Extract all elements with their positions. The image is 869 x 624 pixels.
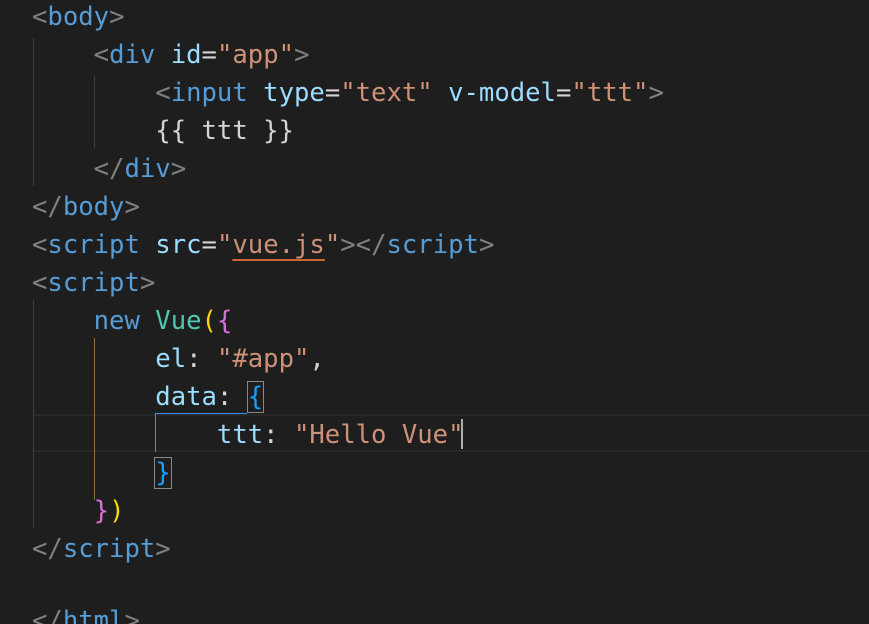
tag-name: script — [62, 534, 156, 564]
code-line-10[interactable]: el: "#app", — [32, 340, 325, 378]
tag-bracket: </ — [93, 154, 125, 184]
tag-name: html — [62, 606, 125, 624]
matched-brace: { — [246, 381, 265, 413]
tag-name: div — [124, 154, 171, 184]
string-value: "#app" — [216, 344, 310, 374]
tag-bracket: > — [124, 192, 140, 222]
code-line-14[interactable]: }) — [32, 492, 125, 530]
tag-bracket: > — [294, 40, 310, 70]
colon: : — [263, 420, 279, 450]
attribute-name: src — [155, 230, 202, 260]
quote: " — [216, 230, 233, 260]
tag-bracket: < — [32, 230, 48, 260]
tag-bracket: > — [124, 606, 140, 624]
attribute-value: "ttt" — [571, 78, 649, 108]
string-value: "Hello Vue" — [293, 420, 464, 450]
code-line-7[interactable]: <script src="vue.js"></script> — [32, 226, 494, 264]
attribute-name: v-model — [448, 78, 556, 108]
code-line-4[interactable]: {{ ttt }} — [32, 112, 294, 150]
attribute-value: "app" — [216, 40, 295, 70]
paren: ( — [201, 306, 217, 336]
code-line-1[interactable]: <body> — [32, 0, 124, 36]
equals-sign: = — [324, 78, 341, 108]
code-line-8[interactable]: <script> — [32, 264, 155, 302]
code-line-5[interactable]: </div> — [32, 150, 186, 188]
attribute-value: "text" — [340, 78, 433, 108]
class-name: Vue — [155, 306, 202, 336]
property-key: el — [155, 344, 187, 374]
code-line-11[interactable]: data: { — [32, 378, 265, 416]
tag-bracket: < — [155, 78, 171, 108]
tag-name: script — [47, 230, 140, 260]
tag-bracket: > — [109, 2, 125, 32]
paren: ) — [109, 496, 125, 526]
code-editor[interactable]: <body> <div id="app"> <input type="text"… — [0, 0, 869, 624]
attribute-name: id — [170, 40, 202, 70]
code-line-13[interactable]: } — [32, 454, 172, 492]
tag-bracket: > — [170, 154, 187, 184]
tag-bracket: > — [139, 268, 156, 298]
matched-brace: } — [154, 457, 172, 489]
tag-bracket: > — [155, 534, 171, 564]
code-line-17[interactable]: </html> — [32, 602, 140, 624]
tag-bracket: < — [93, 40, 110, 70]
text-cursor — [461, 419, 463, 449]
brace: } — [93, 496, 110, 526]
keyword: new — [93, 306, 140, 336]
tag-bracket: ></ — [340, 230, 387, 260]
tag-name: body — [62, 192, 125, 222]
tag-bracket: < — [32, 268, 48, 298]
equals-sign: = — [201, 40, 217, 70]
property-key: data — [155, 382, 217, 412]
tag-name: input — [170, 78, 248, 108]
tag-bracket: </ — [32, 192, 63, 222]
tag-bracket: > — [478, 230, 495, 260]
tag-bracket: < — [32, 2, 48, 32]
tag-name: script — [47, 268, 140, 298]
colon: : — [186, 344, 202, 374]
tag-name: script — [386, 230, 479, 260]
file-link-warning[interactable]: vue.js — [232, 230, 324, 260]
mustache-interpolation: {{ ttt }} — [155, 116, 294, 146]
tag-bracket: > — [648, 78, 664, 108]
code-line-2[interactable]: <div id="app"> — [32, 36, 310, 74]
equals-sign: = — [201, 230, 217, 260]
code-line-9[interactable]: new Vue({ — [32, 302, 233, 340]
code-line-12[interactable]: ttt: "Hello Vue" — [32, 416, 464, 454]
quote: " — [324, 230, 341, 260]
tag-name: body — [47, 2, 110, 32]
code-line-15[interactable]: </script> — [32, 530, 171, 568]
colon: : — [216, 382, 233, 412]
code-line-6[interactable]: </body> — [32, 188, 140, 226]
property-key: ttt — [216, 420, 264, 450]
equals-sign: = — [555, 78, 572, 108]
tag-bracket: </ — [32, 606, 63, 624]
attribute-name: type — [263, 78, 325, 108]
comma: , — [309, 344, 325, 374]
code-line-3[interactable]: <input type="text" v-model="ttt"> — [32, 74, 664, 112]
tag-bracket: </ — [32, 534, 63, 564]
tag-name: div — [109, 40, 156, 70]
brace: { — [216, 306, 233, 336]
